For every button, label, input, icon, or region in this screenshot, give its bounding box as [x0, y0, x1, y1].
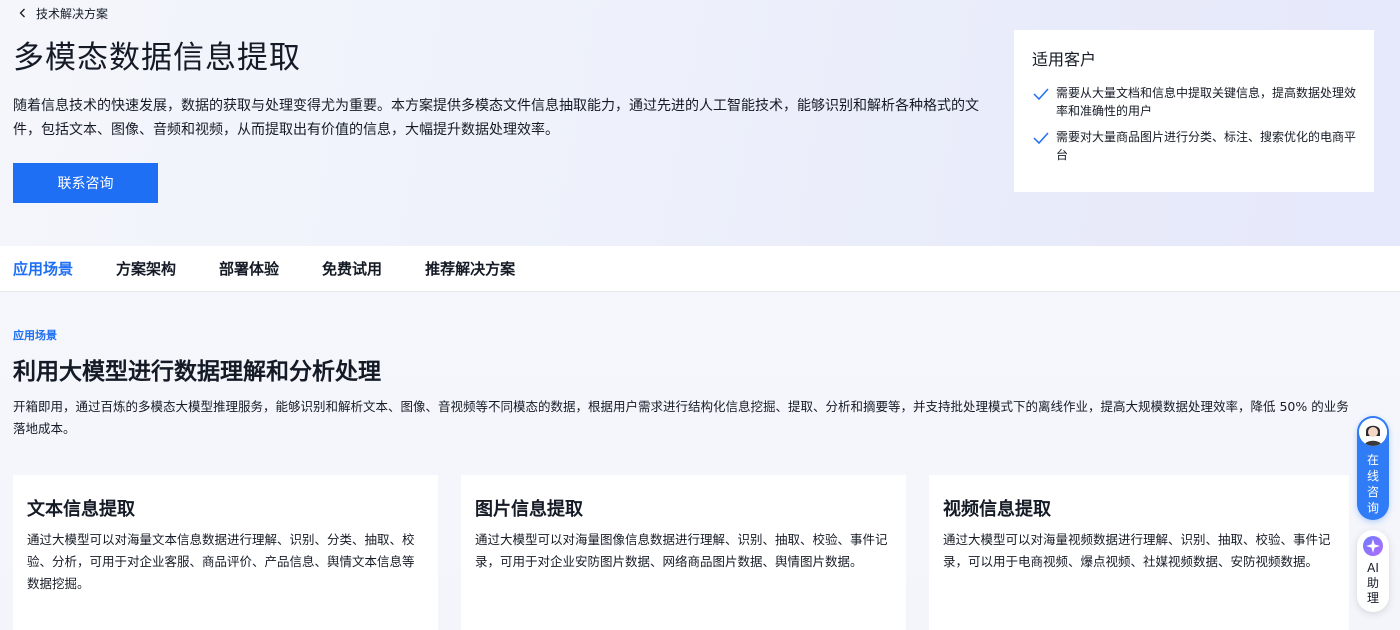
- online-consult-button[interactable]: 在线咨询: [1357, 416, 1389, 520]
- tab-deployment[interactable]: 部署体验: [219, 258, 279, 279]
- card-title: 视频信息提取: [943, 499, 1051, 520]
- section-kicker: 应用场景: [13, 329, 57, 342]
- tab-scenarios[interactable]: 应用场景: [13, 258, 73, 279]
- card-description: 通过大模型可以对海量图像信息数据进行理解、识别、抽取、校验、事件记录，可用于对企…: [475, 532, 888, 569]
- card-title: 文本信息提取: [27, 499, 135, 520]
- check-icon: [1033, 132, 1049, 145]
- section-title: 利用大模型进行数据理解和分析处理: [13, 359, 381, 385]
- customer-item-text: 需要对大量商品图片进行分类、标注、搜索优化的电商平台: [1056, 130, 1357, 162]
- customer-item: 需要对大量商品图片进行分类、标注、搜索优化的电商平台: [1032, 128, 1356, 164]
- breadcrumb[interactable]: 技术解决方案: [16, 4, 108, 22]
- card-description: 通过大模型可以对海量文本信息数据进行理解、识别、分类、抽取、校验、分析，可用于对…: [27, 532, 415, 591]
- page-title: 多模态数据信息提取: [13, 40, 301, 76]
- scenarios-section: 应用场景 利用大模型进行数据理解和分析处理 开箱即用，通过百炼的多模态大模型推理…: [0, 292, 1400, 630]
- ai-assistant-label: AI助理: [1366, 561, 1379, 605]
- tab-architecture[interactable]: 方案架构: [116, 258, 176, 279]
- ai-assistant-button[interactable]: AI助理: [1357, 530, 1389, 612]
- tab-free-trial[interactable]: 免费试用: [322, 258, 382, 279]
- scenario-card-text: 文本信息提取 通过大模型可以对海量文本信息数据进行理解、识别、分类、抽取、校验、…: [13, 475, 438, 630]
- agent-avatar-icon: [1359, 418, 1387, 446]
- section-tabs: 应用场景 方案架构 部署体验 免费试用 推荐解决方案: [0, 246, 1400, 292]
- tab-recommended-solutions[interactable]: 推荐解决方案: [425, 258, 515, 279]
- chevron-left-icon: [19, 8, 25, 18]
- avatar: [1359, 418, 1387, 446]
- card-description: 通过大模型可以对海量视频数据进行理解、识别、抽取、校验、事件记录，可以用于电商视…: [943, 532, 1331, 569]
- customer-item: 需要从大量文档和信息中提取关键信息，提高数据处理效率和准确性的用户: [1032, 84, 1356, 120]
- target-customers-panel: 适用客户 需要从大量文档和信息中提取关键信息，提高数据处理效率和准确性的用户 需…: [1014, 30, 1374, 192]
- hero-banner: 技术解决方案 多模态数据信息提取 随着信息技术的快速发展，数据的获取与处理变得尤…: [0, 0, 1400, 246]
- card-title: 图片信息提取: [475, 499, 583, 520]
- scenario-card-video: 视频信息提取 通过大模型可以对海量视频数据进行理解、识别、抽取、校验、事件记录，…: [929, 475, 1349, 630]
- customer-item-text: 需要从大量文档和信息中提取关键信息，提高数据处理效率和准确性的用户: [1056, 86, 1357, 118]
- page-description: 随着信息技术的快速发展，数据的获取与处理变得尤为重要。本方案提供多模态文件信息抽…: [13, 98, 979, 138]
- customers-title: 适用客户: [1032, 50, 1097, 69]
- contact-button[interactable]: 联系咨询: [13, 163, 158, 203]
- breadcrumb-label: 技术解决方案: [36, 6, 109, 21]
- section-description: 开箱即用，通过百炼的多模态大模型推理服务，能够识别和解析文本、图像、音视频等不同…: [13, 399, 1349, 436]
- online-consult-label: 在线咨询: [1366, 453, 1379, 515]
- check-icon: [1033, 88, 1049, 101]
- ai-sparkle-icon: [1363, 536, 1383, 556]
- scenario-card-image: 图片信息提取 通过大模型可以对海量图像信息数据进行理解、识别、抽取、校验、事件记…: [461, 475, 906, 630]
